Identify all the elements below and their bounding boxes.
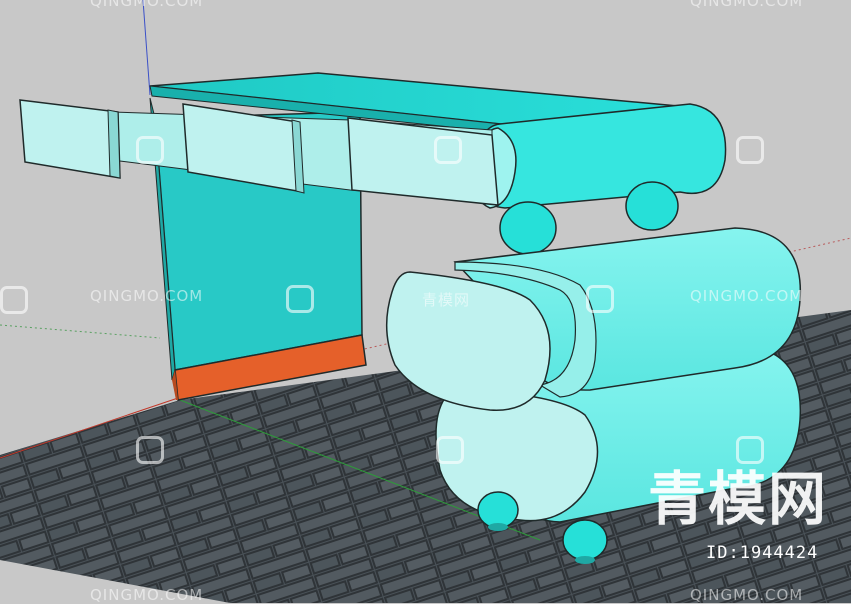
watermark-site-text: QINGMO.COM [90,287,204,305]
watermark-logo-5 [136,136,164,164]
watermark-bottom-right: QINGMO.COM [690,586,803,604]
brand-watermark: 青模网 [648,465,829,533]
drawer-front-left-edge [107,109,121,179]
watermark-logo-3 [736,136,764,164]
dotted-green-axis [0,324,161,339]
watermark-site-text: QINGMO.COM [90,586,204,604]
watermark-site-text: QINGMO.COM [690,586,804,604]
watermark-logo-6 [136,436,164,464]
watermark-site-text: QINGMO.COM [90,0,204,10]
watermark-cn-small: 青模网 [422,289,470,310]
qingmo-logo-icon [436,436,464,464]
cabinet-foot-front [562,519,608,561]
desk-foot-left [499,201,557,255]
blue-axis-line [142,0,151,96]
watermark-site-text: QINGMO.COM [690,287,804,305]
watermark-top-left: QINGMO.COM [90,0,203,10]
qingmo-logo-icon [136,136,164,164]
watermark-cn-text: 青模网 [422,291,471,309]
watermark-bottom-left: QINGMO.COM [90,586,203,604]
watermark-logo-2 [586,285,614,313]
watermark-top-right: QINGMO.COM [690,0,803,10]
qingmo-logo-icon [136,436,164,464]
qingmo-logo-icon [286,285,314,313]
qingmo-logo-icon [736,136,764,164]
qingmo-logo-icon [434,136,462,164]
watermark-site: QINGMO.COM [90,287,203,305]
watermark-logo-1 [286,285,314,313]
cabinet-foot-front-base [575,556,595,564]
watermark-logo-7 [436,436,464,464]
watermark-logo-8 [0,286,28,314]
qingmo-logo-icon [586,285,614,313]
desk-foot-right [625,181,679,231]
cabinet-foot-left-base [488,523,508,531]
cabinet-foot-left [477,491,519,529]
watermark-site-text: QINGMO.COM [690,0,804,10]
qingmo-logo-icon [0,286,28,314]
watermark-site-right: QINGMO.COM [690,287,803,305]
model-id-label: ID:1944424 [706,543,819,563]
drawer-front-left [19,99,121,179]
watermark-logo-4 [434,136,462,164]
